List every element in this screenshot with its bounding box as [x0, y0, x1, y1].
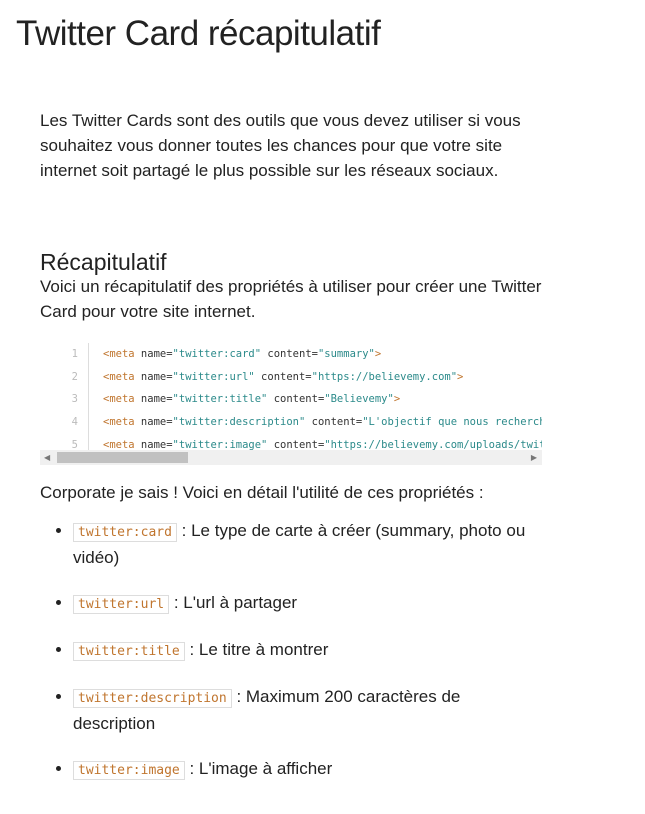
intro-paragraph: Les Twitter Cards sont des outils que vo…	[40, 111, 521, 180]
code-token: <meta	[103, 438, 135, 451]
code-token: >	[457, 370, 464, 383]
section-heading: Récapitulatif	[40, 249, 167, 275]
code-line: 3 <meta name="twitter:title" content="Bel…	[40, 388, 542, 412]
property-description: : Le titre à montrer	[184, 640, 329, 659]
code-token: name=	[134, 438, 173, 451]
code-token: name=	[134, 348, 173, 360]
page-title: Twitter Card récapitulatif	[16, 14, 381, 53]
section-text: Voici un récapitulatif des propriétés à …	[40, 277, 542, 321]
code-token: "twitter:description"	[172, 416, 306, 429]
code-token: "https://believemy.com/uploads/twitter.p…	[324, 438, 542, 451]
code-block: 1 <meta name="twitter:card" content="summ…	[40, 343, 542, 465]
code-token: content=	[267, 393, 325, 406]
line-number: 3	[40, 388, 89, 412]
code-token: <meta	[103, 393, 135, 406]
code-line: 1 <meta name="twitter:card" content="summ…	[40, 343, 542, 366]
code-token: "twitter:card"	[172, 348, 262, 360]
list-item: twitter:image : L'image à afficher	[73, 756, 543, 783]
code-token: "twitter:url"	[172, 370, 255, 383]
scroll-right-icon[interactable]: ▶	[531, 453, 537, 462]
list-item: twitter:url : L'url à partager	[73, 590, 543, 617]
property-code: twitter:description	[73, 689, 232, 708]
code-token: name=	[134, 416, 173, 429]
list-item: twitter:description : Maximum 200 caract…	[73, 684, 543, 736]
line-number: 4	[40, 411, 89, 434]
code-token: content=	[267, 438, 325, 451]
code-token: "https://believemy.com"	[311, 370, 458, 383]
code-token: name=	[134, 393, 173, 406]
code-token: content=	[254, 370, 312, 383]
detail-intro: Corporate je sais ! Voici en détail l'ut…	[40, 483, 484, 502]
scrollbar-thumb[interactable]	[57, 452, 188, 463]
code-token: <meta	[103, 348, 135, 360]
property-code: twitter:image	[73, 761, 185, 780]
code-token: "summary"	[317, 348, 375, 360]
code-token: "Believemy"	[324, 393, 394, 406]
property-code: twitter:url	[73, 595, 170, 614]
property-description: : L'url à partager	[169, 593, 298, 612]
code-line: 2 <meta name="twitter:url" content="https…	[40, 365, 542, 389]
list-item: twitter:title : Le titre à montrer	[73, 637, 543, 664]
code-line: 4 <meta name="twitter:description" conten…	[40, 411, 542, 434]
code-token: <meta	[103, 370, 135, 383]
property-description: : L'image à afficher	[184, 759, 333, 778]
scroll-left-icon[interactable]: ◀	[44, 453, 50, 462]
line-number: 2	[40, 365, 89, 389]
code-token: >	[374, 348, 382, 360]
line-number: 1	[40, 343, 89, 366]
code-token: content=	[261, 348, 318, 360]
code-token: <meta	[103, 416, 135, 429]
property-code: twitter:card	[73, 523, 177, 542]
code-token: "L'objectif que nous recherchons"	[362, 416, 542, 429]
code-token: "twitter:title"	[172, 393, 268, 406]
property-code: twitter:title	[73, 642, 185, 661]
horizontal-scrollbar[interactable]: ◀ ▶	[40, 450, 542, 465]
code-token: name=	[134, 370, 173, 383]
code-token: "twitter:image"	[172, 438, 268, 451]
list-item: twitter:card : Le type de carte à créer …	[73, 518, 543, 570]
properties-list: twitter:card : Le type de carte à créer …	[33, 518, 543, 803]
code-token: >	[393, 393, 401, 406]
code-token: content=	[305, 416, 363, 429]
